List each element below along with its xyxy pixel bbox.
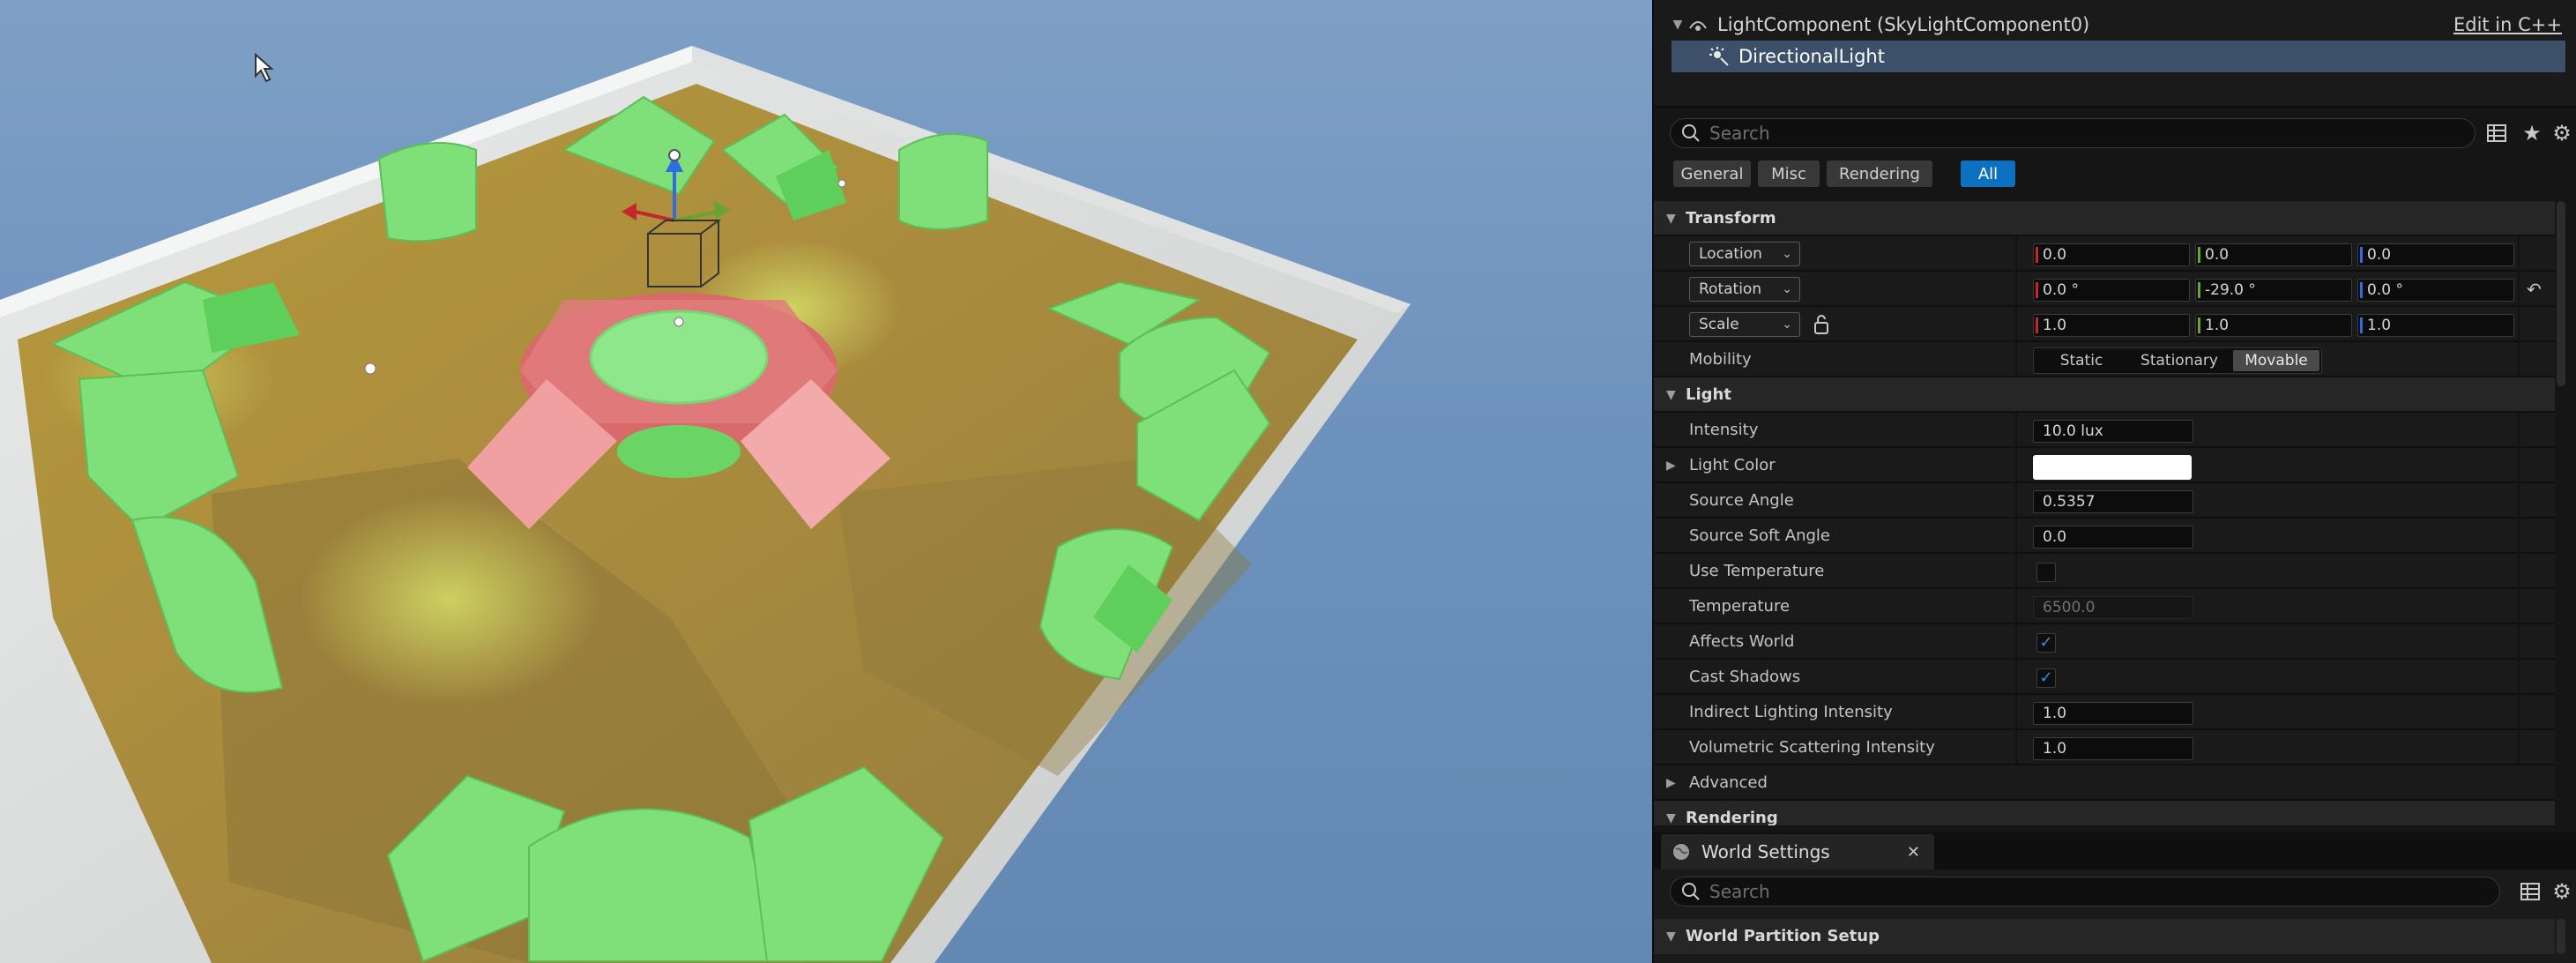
tree-row-label: DirectionalLight — [1738, 46, 1885, 67]
star-icon[interactable]: ★ — [2520, 121, 2544, 146]
level-viewport[interactable] — [0, 0, 1652, 963]
mobility-selector[interactable]: Static Stationary Movable — [2033, 347, 2322, 374]
location-x-field[interactable]: 0.0 — [2033, 243, 2190, 266]
location-z-field[interactable]: 0.0 — [2357, 243, 2514, 266]
world-settings-scrollbar[interactable] — [2557, 919, 2565, 954]
indirect-lighting-intensity-field[interactable]: 1.0 — [2033, 702, 2193, 725]
property-list: ▼ Transform Location ⌄ 0.0 0.0 0.0 Rotati… — [1654, 201, 2555, 825]
volumetric-scattering-intensity-field[interactable]: 1.0 — [2033, 737, 2193, 760]
row-scale: Scale ⌄ 1.0 1.0 1.0 — [1654, 307, 2555, 342]
globe-icon — [1673, 844, 1689, 860]
expand-arrow-icon[interactable]: ▶ — [1666, 765, 1676, 801]
row-source-soft-angle: Source Soft Angle 0.0 — [1654, 519, 2555, 554]
chevron-down-icon: ⌄ — [1782, 247, 1792, 261]
intensity-field[interactable]: 10.0 lux — [2033, 420, 2193, 443]
world-settings-search-input[interactable]: Search — [1670, 877, 2500, 907]
mobility-stationary-option[interactable]: Stationary — [2127, 350, 2231, 371]
scale-z-field[interactable]: 1.0 — [2357, 314, 2514, 337]
section-world-partition-setup[interactable]: ▼ World Partition Setup — [1654, 919, 2555, 954]
skylight-icon — [1686, 14, 1710, 35]
section-transform[interactable]: ▼ Transform — [1654, 201, 2555, 236]
source-angle-field[interactable]: 0.5357 — [2033, 490, 2193, 513]
collapse-arrow-icon[interactable]: ▼ — [1666, 377, 1676, 413]
mobility-static-option[interactable]: Static — [2037, 350, 2126, 371]
components-tree: ▼ LightComponent (SkyLightComponent0) Ed… — [1654, 0, 2576, 108]
filter-tab-all[interactable]: All — [1961, 160, 2015, 187]
scale-y-field[interactable]: 1.0 — [2195, 314, 2352, 337]
row-location: Location ⌄ 0.0 0.0 0.0 — [1654, 236, 2555, 272]
collapse-arrow-icon[interactable]: ▼ — [1666, 201, 1676, 236]
section-light[interactable]: ▼ Light — [1654, 377, 2555, 413]
location-mode-dropdown[interactable]: Location ⌄ — [1689, 242, 1800, 266]
rotation-x-field[interactable]: 0.0 ° — [2033, 279, 2190, 302]
cast-shadows-checkbox[interactable]: ✓ — [2036, 668, 2056, 688]
world-settings-panel: Search ⚙ ▼ World Partition Setup — [1654, 870, 2576, 963]
gear-icon[interactable]: ⚙ — [2550, 879, 2574, 904]
row-advanced[interactable]: ▶ Advanced — [1654, 765, 2555, 801]
row-use-temperature: Use Temperature — [1654, 554, 2555, 589]
mobility-movable-option[interactable]: Movable — [2233, 350, 2319, 371]
row-temperature: Temperature 6500.0 — [1654, 589, 2555, 624]
collapse-arrow-icon[interactable]: ▼ — [1666, 919, 1676, 954]
rotation-z-field[interactable]: 0.0 ° — [2357, 279, 2514, 302]
row-volumetric-scattering-intensity: Volumetric Scattering Intensity 1.0 — [1654, 730, 2555, 765]
use-temperature-checkbox[interactable] — [2036, 563, 2056, 582]
scene-render — [0, 46, 1411, 963]
mouse-cursor-icon — [255, 53, 274, 83]
edit-in-cpp-link[interactable]: Edit in C++ — [2453, 9, 2562, 41]
table-view-icon[interactable] — [2518, 879, 2542, 904]
world-settings-tabbar: World Settings ✕ — [1654, 832, 2576, 870]
section-rendering[interactable]: ▼ Rendering — [1654, 801, 2555, 825]
row-indirect-lighting-intensity: Indirect Lighting Intensity 1.0 — [1654, 695, 2555, 730]
tree-row-skylight-component[interactable]: ▼ LightComponent (SkyLightComponent0) Ed… — [1670, 9, 2565, 41]
reset-to-default-icon[interactable]: ↶ — [2527, 279, 2542, 300]
row-cast-shadows: Cast Shadows ✓ — [1654, 660, 2555, 695]
collapse-arrow-icon[interactable]: ▼ — [1666, 801, 1676, 825]
tree-row-directional-light[interactable]: DirectionalLight — [1671, 41, 2565, 72]
close-icon[interactable]: ✕ — [1907, 843, 1920, 862]
row-source-angle: Source Angle 0.5357 — [1654, 483, 2555, 519]
rotation-mode-dropdown[interactable]: Rotation ⌄ — [1689, 277, 1800, 302]
row-affects-world: Affects World ✓ — [1654, 624, 2555, 660]
directional-light-icon — [1707, 46, 1731, 67]
search-icon — [1682, 883, 1700, 900]
gear-icon[interactable]: ⚙ — [2550, 121, 2574, 146]
details-scrollbar[interactable] — [2557, 201, 2565, 386]
location-y-field[interactable]: 0.0 — [2195, 243, 2352, 266]
filter-tab-rendering[interactable]: Rendering — [1827, 160, 1932, 187]
expand-arrow-icon[interactable]: ▶ — [1666, 448, 1676, 483]
details-search-input[interactable]: Search — [1670, 118, 2475, 148]
row-intensity: Intensity 10.0 lux — [1654, 413, 2555, 448]
table-view-icon[interactable] — [2484, 121, 2509, 146]
affects-world-checkbox[interactable]: ✓ — [2036, 633, 2056, 653]
row-rotation: Rotation ⌄ 0.0 ° -29.0 ° 0.0 ° ↶ — [1654, 272, 2555, 307]
lock-icon[interactable] — [1813, 314, 1830, 339]
filter-tab-general[interactable]: General — [1673, 160, 1751, 187]
chevron-down-icon: ⌄ — [1782, 282, 1792, 296]
row-mobility: Mobility Static Stationary Movable — [1654, 342, 2555, 377]
world-settings-tab[interactable]: World Settings ✕ — [1661, 834, 1934, 870]
filter-tab-misc[interactable]: Misc — [1758, 160, 1820, 187]
row-light-color: ▶ Light Color — [1654, 448, 2555, 483]
tree-row-label: LightComponent (SkyLightComponent0) — [1717, 14, 2090, 35]
details-panel: ▼ LightComponent (SkyLightComponent0) Ed… — [1652, 0, 2576, 963]
source-soft-angle-field[interactable]: 0.0 — [2033, 526, 2193, 549]
light-color-swatch[interactable] — [2033, 455, 2192, 480]
temperature-field[interactable]: 6500.0 — [2033, 596, 2193, 619]
scale-mode-dropdown[interactable]: Scale ⌄ — [1689, 312, 1800, 337]
expand-arrow-icon[interactable]: ▼ — [1670, 18, 1686, 32]
search-icon — [1682, 124, 1700, 142]
rotation-y-field[interactable]: -29.0 ° — [2195, 279, 2352, 302]
scale-x-field[interactable]: 1.0 — [2033, 314, 2190, 337]
chevron-down-icon: ⌄ — [1782, 317, 1792, 332]
